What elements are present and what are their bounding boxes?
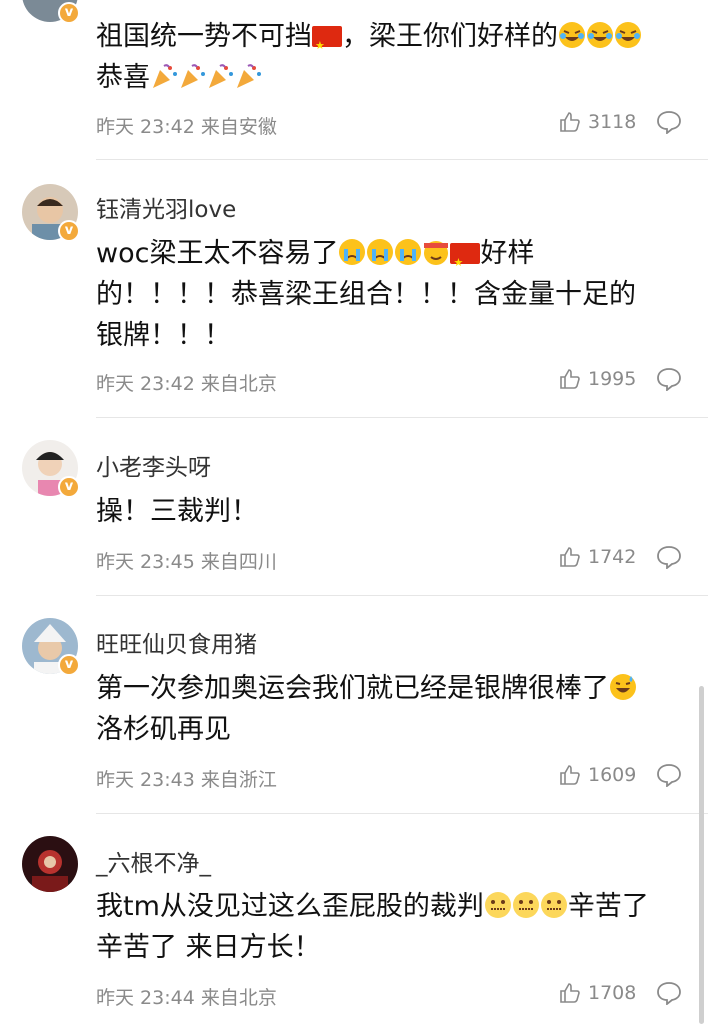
crying-face-emoji-icon [395, 239, 422, 265]
username[interactable]: 钰清光羽love [96, 190, 236, 224]
divider [96, 813, 708, 814]
comment-text: 我tm从没见过这么歪屁股的裁判 辛苦了 辛苦了 来日方长！ [96, 891, 649, 963]
comment-bubble-icon[interactable] [656, 981, 682, 1005]
party-popper-emoji-icon [209, 64, 233, 88]
party-popper-emoji-icon [237, 64, 261, 88]
comment-text: 祖国统一势不可挡，梁王你们好样的 恭喜 [96, 16, 686, 98]
verified-badge-icon: v [58, 220, 80, 242]
username[interactable]: 小老李头呀 [96, 448, 211, 482]
comment-bubble-icon[interactable] [656, 545, 682, 569]
crying-laugh-emoji-icon [587, 22, 613, 48]
comment-bubble-icon[interactable] [656, 367, 682, 391]
comment-time: 昨天 23:42 [96, 373, 195, 395]
avatar[interactable]: v [22, 618, 80, 676]
comment-location: 来自安徽 [200, 116, 277, 138]
like-count: 1742 [588, 546, 637, 568]
username[interactable]: 旺旺仙贝食用猪 [96, 625, 257, 659]
crying-laugh-emoji-icon [559, 22, 585, 48]
comment-bubble-icon[interactable] [656, 110, 682, 134]
like-count: 1609 [588, 764, 637, 786]
comment-bubble-icon[interactable] [656, 763, 682, 787]
headband-face-emoji-icon [424, 241, 449, 265]
comment-text: woc梁王太不容易了好样 的！！！！恭喜梁王组合！！！含金量十足的 银牌！！！ [96, 233, 686, 356]
comment-meta: 昨天 23:44 来自北京 [96, 983, 277, 1010]
comment-location: 来自北京 [200, 987, 277, 1009]
username[interactable]: _六根不净_ [96, 844, 211, 878]
verified-badge-icon: v [58, 476, 80, 498]
comment-text: 第一次参加奥运会我们就已经是银牌很棒了 洛杉矶再见 [96, 668, 686, 750]
divider [96, 595, 708, 596]
china-flag-emoji-icon [312, 25, 342, 66]
comment-time: 昨天 23:43 [96, 769, 195, 791]
party-popper-emoji-icon [153, 64, 177, 88]
thumbs-up-icon [560, 112, 580, 132]
like-button[interactable]: 1995 [558, 367, 636, 391]
like-count: 1708 [588, 982, 637, 1004]
comment-time: 昨天 23:44 [96, 987, 195, 1009]
like-button[interactable]: 1708 [558, 981, 636, 1005]
crying-face-emoji-icon [339, 239, 366, 265]
crying-laugh-emoji-icon [615, 22, 641, 48]
comment-time: 昨天 23:42 [96, 116, 195, 138]
comment-text: 操！三裁判！ [96, 496, 258, 527]
zipper-mouth-emoji-icon [540, 892, 567, 918]
sweat-laugh-emoji-icon [610, 674, 636, 700]
thumbs-up-icon [560, 547, 580, 567]
thumbs-up-icon [560, 765, 580, 785]
comment-location: 来自浙江 [200, 769, 277, 791]
china-flag-emoji-icon [450, 242, 481, 283]
comment-location: 来自四川 [200, 551, 277, 573]
comment-meta: 昨天 23:42 来自安徽 [96, 112, 277, 139]
crying-face-emoji-icon [367, 239, 394, 265]
thumbs-up-icon [560, 983, 580, 1003]
comment-meta: 昨天 23:42 来自北京 [96, 369, 277, 396]
avatar-image [22, 836, 78, 892]
comment-meta: 昨天 23:43 来自浙江 [96, 765, 277, 792]
comment-location: 来自北京 [200, 373, 277, 395]
like-button[interactable]: 1609 [558, 763, 636, 787]
like-count: 1995 [588, 368, 637, 390]
scrollbar[interactable] [699, 686, 704, 1024]
comment-meta: 昨天 23:45 来自四川 [96, 547, 277, 574]
like-count: 3118 [588, 111, 637, 133]
verified-badge-icon: v [58, 654, 80, 676]
avatar[interactable]: v [22, 0, 80, 24]
party-popper-emoji-icon [181, 64, 205, 88]
thumbs-up-icon [560, 369, 580, 389]
avatar[interactable] [22, 836, 78, 892]
verified-badge-icon: v [58, 2, 80, 24]
avatar[interactable]: v [22, 440, 80, 498]
like-button[interactable]: 3118 [558, 110, 636, 134]
divider [96, 417, 708, 418]
comment-time: 昨天 23:45 [96, 551, 195, 573]
zipper-mouth-emoji-icon [512, 892, 539, 918]
divider [96, 159, 708, 160]
zipper-mouth-emoji-icon [484, 892, 511, 918]
like-button[interactable]: 1742 [558, 545, 636, 569]
avatar[interactable]: v [22, 184, 80, 242]
